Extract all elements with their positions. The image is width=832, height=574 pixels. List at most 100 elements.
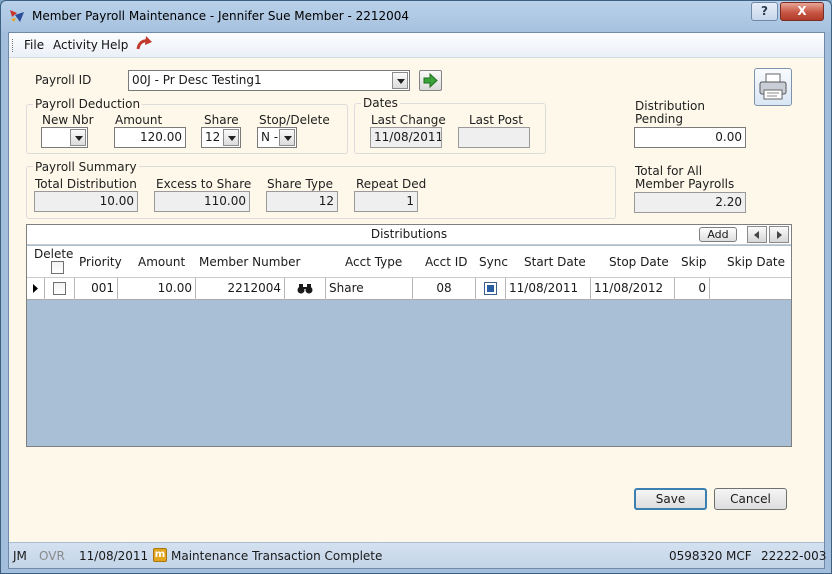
- chevron-down-icon[interactable]: [392, 72, 408, 89]
- window-title: Member Payroll Maintenance - Jennifer Su…: [32, 9, 410, 23]
- app-icon: [10, 10, 24, 22]
- amount-label: Amount: [115, 113, 163, 127]
- payroll-id-value: 00J - Pr Desc Testing1: [132, 73, 262, 87]
- delete-cell: [45, 278, 75, 300]
- menu-activity[interactable]: Activity: [53, 38, 98, 52]
- chevron-down-icon[interactable]: [223, 129, 239, 146]
- chevron-down-icon[interactable]: [279, 129, 295, 146]
- status-terminal: 22222-003: [761, 549, 827, 563]
- share-type-field: 12: [266, 191, 338, 212]
- last-post-label: Last Post: [469, 113, 523, 127]
- total-all-field: 2.20: [634, 192, 746, 213]
- scroll-left-button[interactable]: [747, 226, 767, 243]
- col-sync[interactable]: Sync: [479, 255, 508, 269]
- share-value: 12: [205, 130, 221, 144]
- col-delete: Delete: [34, 247, 74, 261]
- member-number-cell[interactable]: 2212004: [196, 278, 285, 300]
- help-window-button[interactable]: ?: [751, 2, 778, 21]
- amount-cell[interactable]: 10.00: [118, 278, 196, 300]
- status-bar: JM OVR 11/08/2011 m Maintenance Transact…: [9, 542, 827, 568]
- add-distribution-button[interactable]: Add: [699, 227, 737, 242]
- grid-header: Delete Priority Amount Member Number Acc…: [27, 246, 791, 278]
- menu-help[interactable]: Help: [101, 38, 128, 52]
- payroll-deduction-title: Payroll Deduction: [33, 97, 143, 111]
- select-all-delete-checkbox[interactable]: [51, 261, 64, 274]
- col-start-date[interactable]: Start Date: [524, 255, 586, 269]
- distributions-grid: Distributions Add Delete Priority Amount…: [26, 224, 792, 447]
- status-user: JM: [13, 549, 27, 563]
- sync-checkbox[interactable]: [484, 282, 497, 295]
- col-amount[interactable]: Amount: [138, 255, 185, 269]
- new-nbr-select[interactable]: [41, 127, 88, 148]
- acct-id-cell[interactable]: 08: [413, 278, 476, 300]
- stop-delete-select[interactable]: N -: [257, 127, 297, 148]
- table-row[interactable]: 001 10.00 2212004 Share 08 11/08/2011 11…: [27, 278, 791, 300]
- sync-cell: [476, 278, 506, 300]
- stop-date-cell[interactable]: 11/08/2012: [591, 278, 675, 300]
- col-acct-id[interactable]: Acct ID: [425, 255, 468, 269]
- stop-delete-value: N -: [261, 130, 279, 144]
- total-distribution-field: 10.00: [34, 191, 138, 212]
- status-date: 11/08/2011: [79, 549, 149, 563]
- status-code: MCF: [726, 549, 752, 563]
- printer-icon: [759, 73, 787, 100]
- status-badge: m: [153, 548, 167, 562]
- distributions-caption-text: Distributions: [370, 227, 448, 241]
- status-ovr: OVR: [39, 549, 65, 563]
- excess-to-share-field: 110.00: [154, 191, 250, 212]
- current-row-icon: [33, 284, 38, 293]
- col-priority[interactable]: Priority: [79, 255, 122, 269]
- binoculars-icon[interactable]: [288, 278, 322, 299]
- app-window: Member Payroll Maintenance - Jennifer Su…: [0, 0, 832, 574]
- skip-date-cell[interactable]: [710, 278, 791, 300]
- arrow-right-icon: [423, 72, 438, 89]
- excess-to-share-label: Excess to Share: [156, 177, 252, 191]
- client-area: File Activity Help Payroll ID 00J - Pr D…: [8, 32, 827, 569]
- distributions-caption: Distributions Add: [27, 225, 791, 245]
- acct-type-cell[interactable]: Share: [326, 278, 413, 300]
- col-member-number[interactable]: Member Number: [199, 255, 300, 269]
- delete-row-checkbox[interactable]: [53, 282, 66, 295]
- col-skip-date[interactable]: Skip Date: [727, 255, 785, 269]
- share-label: Share: [204, 113, 239, 127]
- status-number: 0598320: [669, 549, 723, 563]
- stop-delete-label: Stop/Delete: [259, 113, 330, 127]
- menu-bar: File Activity Help: [9, 33, 824, 58]
- total-all-label-line2: Member Payrolls: [635, 177, 735, 191]
- menu-file[interactable]: File: [24, 38, 44, 52]
- dates-title: Dates: [361, 96, 400, 110]
- print-button[interactable]: [754, 68, 792, 106]
- repeat-ded-field: 1: [354, 191, 418, 212]
- close-window-button[interactable]: X: [780, 2, 824, 21]
- payroll-summary-title: Payroll Summary: [33, 160, 139, 174]
- scroll-right-button[interactable]: [769, 226, 789, 243]
- col-skip[interactable]: Skip: [681, 255, 707, 269]
- last-change-field: 11/08/2011: [370, 127, 442, 148]
- start-date-cell[interactable]: 11/08/2011: [506, 278, 591, 300]
- payroll-id-select[interactable]: 00J - Pr Desc Testing1: [128, 70, 410, 91]
- last-post-field: [458, 127, 530, 148]
- cancel-button[interactable]: Cancel: [714, 488, 787, 510]
- amount-field[interactable]: 120.00: [114, 127, 186, 148]
- toolbar-grip: [12, 39, 15, 52]
- total-all-label-line1: Total for All: [635, 164, 703, 178]
- distribution-pending-field: 0.00: [634, 127, 746, 148]
- save-button[interactable]: Save: [634, 488, 707, 510]
- share-type-label: Share Type: [267, 177, 334, 191]
- distribution-pending-label-line1: Distribution: [635, 99, 706, 113]
- row-indicator: [27, 278, 45, 300]
- skip-cell[interactable]: 0: [675, 278, 710, 300]
- sync-checked-mark: [487, 285, 494, 292]
- status-message: Maintenance Transaction Complete: [171, 549, 383, 563]
- col-acct-type[interactable]: Acct Type: [345, 255, 402, 269]
- priority-cell[interactable]: 001: [75, 278, 118, 300]
- total-distribution-label: Total Distribution: [35, 177, 137, 191]
- col-stop-date[interactable]: Stop Date: [609, 255, 669, 269]
- go-button[interactable]: [419, 70, 442, 91]
- title-bar: Member Payroll Maintenance - Jennifer Su…: [1, 1, 831, 31]
- undo-icon[interactable]: [135, 35, 153, 53]
- payroll-id-label: Payroll ID: [35, 73, 92, 87]
- chevron-down-icon[interactable]: [70, 129, 86, 146]
- lookup-cell: [285, 278, 326, 300]
- share-select[interactable]: 12: [201, 127, 241, 148]
